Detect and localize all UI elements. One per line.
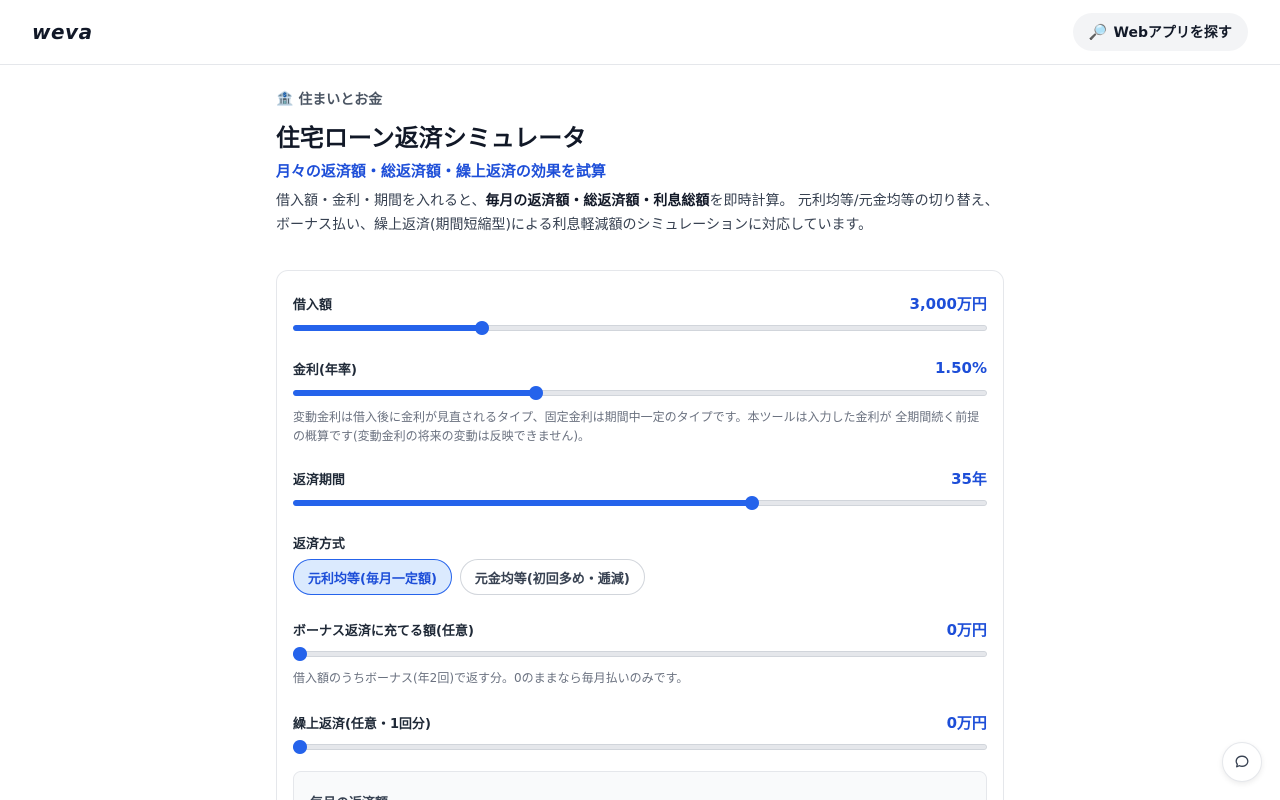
loan-amount-field: 借入額 3,000万円 (293, 291, 987, 336)
slider-thumb[interactable] (475, 321, 490, 335)
page-title: 住宅ローン返済シミュレータ (276, 124, 587, 152)
slider-fill (293, 500, 752, 506)
slider-track (293, 744, 987, 750)
repayment-term-value: 35年 (951, 469, 987, 488)
prepayment-label: 繰上返済(任意・1回分) (293, 716, 431, 732)
bonus-label: ボーナス返済に充てる額(任意) (293, 623, 474, 639)
method-equal-payment-button[interactable]: 元利均等(毎月一定額) (293, 559, 452, 595)
slider-thumb[interactable] (528, 386, 543, 400)
find-web-apps-label: Webアプリを探す (1113, 25, 1232, 41)
category-label: 🏦 住まいとお金 (276, 90, 1004, 108)
slider-track (293, 651, 987, 657)
prepayment-value: 0万円 (946, 713, 987, 732)
repayment-method-label: 返済方式 (293, 537, 346, 552)
weva-logo[interactable]: weva (32, 20, 93, 44)
prepayment-field: 繰上返済(任意・1回分) 0万円 (293, 710, 987, 755)
find-web-apps-button[interactable]: 🔎 Webアプリを探す (1072, 13, 1248, 51)
page-subtitle: 月々の返済額・総返済額・繰上返済の効果を試算 (276, 162, 607, 180)
slider-fill (293, 325, 483, 331)
bonus-slider[interactable] (293, 646, 987, 662)
monthly-payment-label: 毎月の返済額 (310, 792, 970, 800)
slider-fill (293, 390, 536, 396)
chat-bubble-icon (1235, 755, 1249, 768)
repayment-term-slider[interactable] (293, 495, 987, 511)
interest-rate-field: 金利(年率) 1.50% 変動金利は借入後に金利が見直されるタイプ、固定金利は期… (293, 356, 987, 446)
category-text: 住まいとお金 (298, 92, 383, 108)
loan-amount-slider[interactable] (293, 320, 987, 336)
method-equal-principal-button[interactable]: 元金均等(初回多め・逓減) (459, 559, 645, 595)
monthly-payment-result: 毎月の返済額 (293, 771, 987, 800)
simulator-card: 借入額 3,000万円 金利(年率) 1.50% 変動金利は借入後に金利が見直さ… (276, 270, 1004, 800)
bonus-hint: 借入額のうちボーナス(年2回)で返す分。0のままなら毎月払いのみです。 (293, 671, 689, 685)
interest-rate-hint: 変動金利は借入後に金利が見直されるタイプ、固定金利は期間中一定のタイプです。本ツ… (293, 410, 980, 443)
interest-rate-slider[interactable] (293, 385, 987, 401)
chat-button[interactable] (1222, 742, 1262, 782)
desc-text-1: 借入額・金利・期間を入れると、 (276, 193, 486, 209)
bonus-field: ボーナス返済に充てる額(任意) 0万円 借入額のうちボーナス(年2回)で返す分。… (293, 617, 987, 688)
top-bar: weva 🔎 Webアプリを探す (0, 0, 1280, 65)
bank-icon: 🏦 (276, 91, 294, 107)
loan-amount-label: 借入額 (293, 297, 333, 313)
slider-thumb[interactable] (293, 740, 307, 754)
repayment-term-field: 返済期間 35年 (293, 466, 987, 511)
interest-rate-value: 1.50% (934, 359, 987, 377)
interest-rate-label: 金利(年率) (293, 362, 357, 378)
bonus-value: 0万円 (946, 620, 987, 639)
page-description: 借入額・金利・期間を入れると、毎月の返済額・総返済額・利息総額を即時計算。 元利… (276, 189, 1004, 237)
magnifier-icon: 🔎 (1088, 23, 1108, 41)
prepayment-slider[interactable] (293, 739, 987, 755)
loan-amount-value: 3,000万円 (909, 294, 987, 313)
main-content: 🏦 住まいとお金 住宅ローン返済シミュレータ 月々の返済額・総返済額・繰上返済の… (276, 65, 1004, 800)
slider-thumb[interactable] (744, 496, 759, 510)
slider-thumb[interactable] (293, 647, 307, 661)
repayment-method-options: 元利均等(毎月一定額) 元金均等(初回多め・逓減) (293, 559, 987, 595)
desc-bold: 毎月の返済額・総返済額・利息総額 (485, 193, 710, 209)
repayment-term-label: 返済期間 (293, 472, 346, 488)
